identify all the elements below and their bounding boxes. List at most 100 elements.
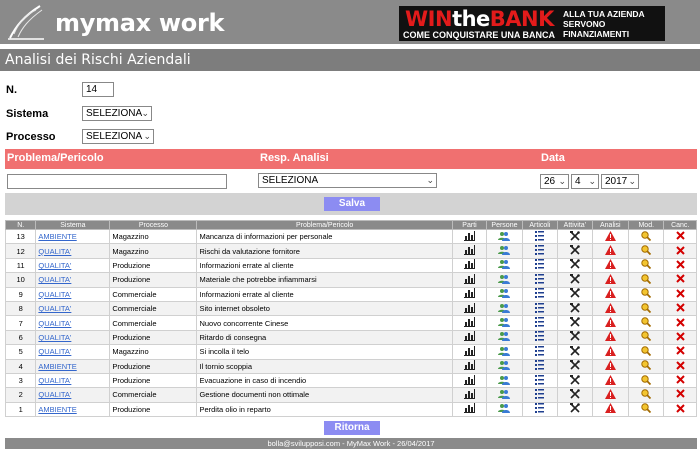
- tools-icon[interactable]: [569, 245, 580, 257]
- list-icon[interactable]: [535, 345, 545, 358]
- row-sistema-link[interactable]: QUALITA': [38, 275, 71, 284]
- edit-magnifier-icon[interactable]: [641, 259, 652, 271]
- bar-chart-icon[interactable]: [464, 288, 475, 300]
- tools-icon[interactable]: [569, 360, 580, 372]
- tools-icon[interactable]: [569, 302, 580, 315]
- list-icon[interactable]: [535, 230, 545, 243]
- tools-icon[interactable]: [569, 259, 580, 271]
- people-icon[interactable]: [498, 346, 511, 358]
- row-sistema-link[interactable]: QUALITA': [38, 247, 71, 256]
- edit-magnifier-icon[interactable]: [641, 317, 652, 329]
- people-icon[interactable]: [498, 375, 511, 387]
- delete-x-icon[interactable]: [676, 360, 685, 372]
- row-sistema-link[interactable]: AMBIENTE: [38, 405, 76, 414]
- bar-chart-icon[interactable]: [464, 403, 475, 415]
- list-icon[interactable]: [535, 273, 545, 286]
- warning-icon[interactable]: [604, 302, 616, 315]
- people-icon[interactable]: [498, 231, 511, 243]
- bar-chart-icon[interactable]: [464, 331, 475, 343]
- delete-x-icon[interactable]: [676, 289, 685, 300]
- delete-x-icon[interactable]: [676, 231, 685, 242]
- tools-icon[interactable]: [569, 230, 580, 243]
- delete-x-icon[interactable]: [676, 389, 685, 400]
- problema-input[interactable]: [7, 174, 227, 189]
- bar-chart-icon[interactable]: [464, 245, 475, 257]
- bar-chart-icon[interactable]: [464, 302, 475, 315]
- warning-icon[interactable]: [604, 245, 616, 257]
- tools-icon[interactable]: [569, 403, 580, 415]
- list-icon[interactable]: [535, 388, 545, 401]
- warning-icon[interactable]: [604, 259, 616, 271]
- row-sistema-link[interactable]: QUALITA': [38, 390, 71, 399]
- list-icon[interactable]: [535, 302, 545, 315]
- edit-magnifier-icon[interactable]: [641, 360, 652, 372]
- people-icon[interactable]: [498, 360, 511, 372]
- row-sistema-link[interactable]: QUALITA': [38, 261, 71, 270]
- bar-chart-icon[interactable]: [464, 374, 475, 387]
- processo-select[interactable]: SELEZIONA ⌄: [82, 129, 154, 144]
- warning-icon[interactable]: [604, 317, 616, 329]
- people-icon[interactable]: [498, 259, 511, 271]
- tools-icon[interactable]: [569, 345, 580, 358]
- day-select[interactable]: 26 ⌄: [540, 174, 569, 189]
- bar-chart-icon[interactable]: [464, 360, 475, 372]
- edit-magnifier-icon[interactable]: [641, 274, 652, 286]
- delete-x-icon[interactable]: [676, 245, 685, 257]
- people-icon[interactable]: [498, 274, 511, 286]
- tools-icon[interactable]: [569, 288, 580, 300]
- delete-x-icon[interactable]: [676, 375, 685, 386]
- edit-magnifier-icon[interactable]: [641, 302, 652, 315]
- year-select[interactable]: 2017 ⌄: [601, 174, 639, 189]
- warning-icon[interactable]: [604, 403, 616, 415]
- row-sistema-link[interactable]: QUALITA': [38, 347, 71, 356]
- tools-icon[interactable]: [569, 317, 580, 329]
- row-sistema-link[interactable]: QUALITA': [38, 290, 71, 299]
- row-sistema-link[interactable]: QUALITA': [38, 304, 71, 313]
- warning-icon[interactable]: [604, 388, 616, 401]
- row-sistema-link[interactable]: QUALITA': [38, 333, 71, 342]
- people-icon[interactable]: [498, 317, 511, 329]
- ad-banner[interactable]: WINtheBANK COME CONQUISTARE UNA BANCA AL…: [399, 6, 665, 41]
- row-sistema-link[interactable]: QUALITA': [38, 319, 71, 328]
- resp-analisi-select[interactable]: SELEZIONA ⌄: [258, 173, 437, 188]
- list-icon[interactable]: [535, 374, 545, 387]
- people-icon[interactable]: [498, 303, 511, 315]
- list-icon[interactable]: [535, 317, 545, 329]
- warning-icon[interactable]: [604, 288, 616, 300]
- bar-chart-icon[interactable]: [464, 317, 475, 329]
- people-icon[interactable]: [498, 403, 511, 415]
- people-icon[interactable]: [498, 288, 511, 300]
- row-sistema-link[interactable]: AMBIENTE: [38, 232, 76, 241]
- edit-magnifier-icon[interactable]: [641, 245, 652, 257]
- edit-magnifier-icon[interactable]: [641, 346, 652, 358]
- list-icon[interactable]: [535, 360, 545, 372]
- row-sistema-link[interactable]: QUALITA': [38, 376, 71, 385]
- edit-magnifier-icon[interactable]: [641, 403, 652, 415]
- warning-icon[interactable]: [604, 374, 616, 387]
- delete-x-icon[interactable]: [676, 274, 685, 285]
- warning-icon[interactable]: [604, 360, 616, 372]
- save-button[interactable]: Salva: [324, 197, 380, 211]
- edit-magnifier-icon[interactable]: [641, 331, 652, 343]
- list-icon[interactable]: [535, 259, 545, 271]
- list-icon[interactable]: [535, 403, 545, 415]
- edit-magnifier-icon[interactable]: [641, 230, 652, 243]
- tools-icon[interactable]: [569, 374, 580, 387]
- n-input[interactable]: 14: [82, 82, 114, 97]
- delete-x-icon[interactable]: [676, 404, 685, 415]
- bar-chart-icon[interactable]: [464, 345, 475, 358]
- edit-magnifier-icon[interactable]: [641, 374, 652, 387]
- bar-chart-icon[interactable]: [464, 388, 475, 401]
- warning-icon[interactable]: [604, 230, 616, 243]
- bar-chart-icon[interactable]: [464, 273, 475, 286]
- delete-x-icon[interactable]: [676, 317, 685, 329]
- row-sistema-link[interactable]: AMBIENTE: [38, 362, 76, 371]
- tools-icon[interactable]: [569, 331, 580, 343]
- delete-x-icon[interactable]: [676, 260, 685, 271]
- delete-x-icon[interactable]: [676, 303, 685, 314]
- bar-chart-icon[interactable]: [464, 230, 475, 243]
- month-select[interactable]: 4 ⌄: [571, 174, 599, 189]
- delete-x-icon[interactable]: [676, 332, 685, 343]
- warning-icon[interactable]: [604, 345, 616, 358]
- ritorna-button[interactable]: Ritorna: [324, 421, 380, 435]
